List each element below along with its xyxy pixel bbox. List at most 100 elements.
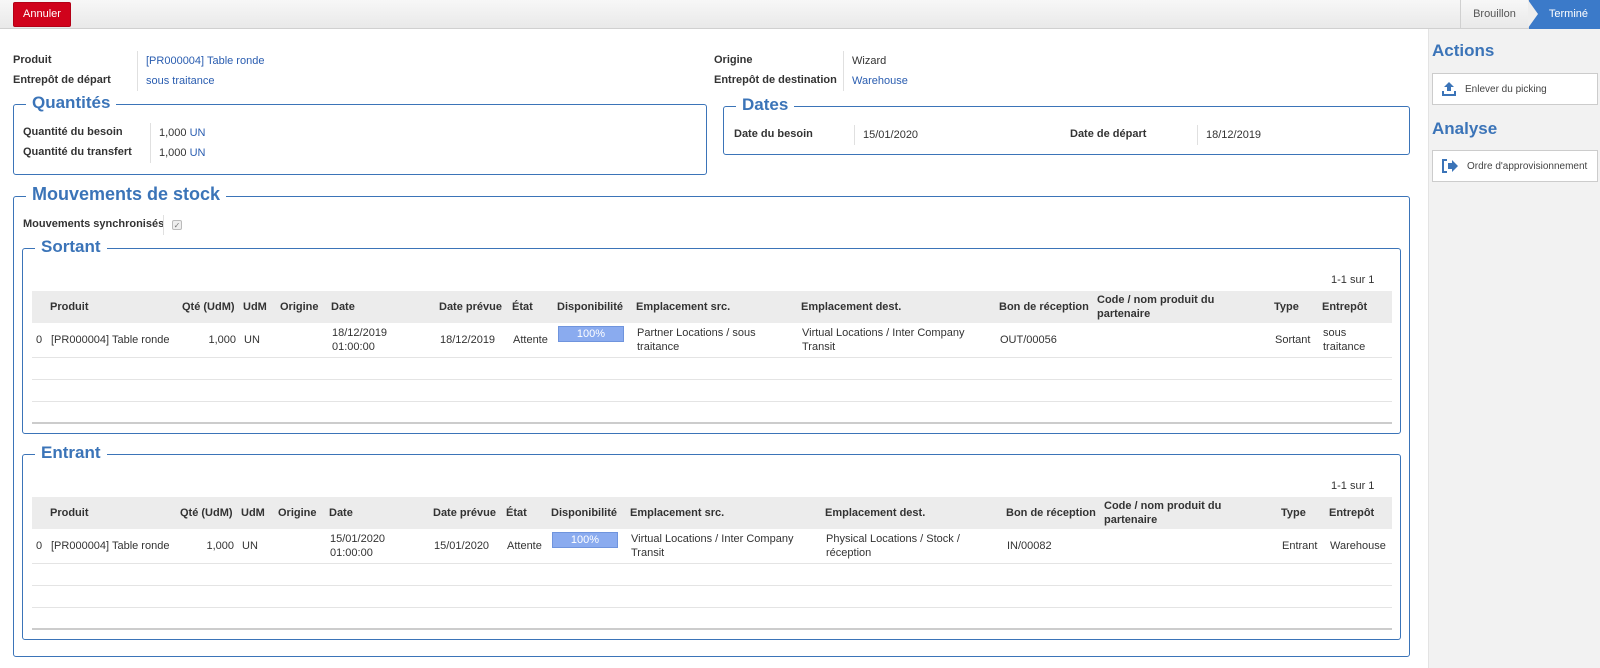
col-partner-code[interactable]: Code / nom produit du partenaire: [1094, 291, 1271, 323]
sync-field: ✓: [163, 215, 182, 235]
cell-type: Entrant: [1278, 529, 1326, 564]
col-src-location[interactable]: Emplacement src.: [627, 497, 822, 529]
cell-product: [PR000004] Table ronde: [47, 323, 179, 358]
cell-dest-location: Virtual Locations / Inter Company Transi…: [798, 323, 996, 358]
col-index: [32, 291, 47, 323]
procurement-order-button[interactable]: Ordre d'approvisionnement: [1432, 150, 1598, 182]
origin-value: Wizard: [843, 51, 886, 71]
cell-state: Attente: [509, 323, 554, 358]
col-src-location[interactable]: Emplacement src.: [633, 291, 798, 323]
start-date-value: 18/12/2019: [1197, 125, 1261, 145]
outgoing-pager[interactable]: 1-1 sur 1: [1331, 274, 1374, 286]
need-qty-uom[interactable]: UN: [190, 127, 206, 139]
col-planned-date[interactable]: Date prévue: [430, 497, 503, 529]
dates-title: Dates: [736, 95, 795, 115]
table-row[interactable]: 0 [PR000004] Table ronde 1,000 UN 18/12/…: [32, 323, 1392, 358]
col-type[interactable]: Type: [1278, 497, 1326, 529]
cell-date: 18/12/2019 01:00:00: [328, 323, 436, 358]
need-qty-value: 1,000 UN: [150, 123, 205, 143]
cell-src-location: Virtual Locations / Inter Company Transi…: [627, 529, 822, 564]
outgoing-title: Sortant: [35, 237, 107, 257]
transfer-qty-label: Quantité du transfert: [23, 146, 132, 158]
stock-moves-title: Mouvements de stock: [26, 184, 227, 204]
incoming-table-header: Produit Qté (UdM) UdM Origine Date Date …: [32, 497, 1392, 529]
col-state[interactable]: État: [503, 497, 548, 529]
product-link[interactable]: [PR000004] Table ronde: [137, 51, 264, 71]
cell-origin: [277, 323, 328, 358]
status-step-done[interactable]: Terminé: [1527, 0, 1600, 29]
col-receipt[interactable]: Bon de réception: [1003, 497, 1101, 529]
cell-uom: UN: [240, 323, 277, 358]
empty-row: [32, 585, 1392, 608]
col-type[interactable]: Type: [1271, 291, 1319, 323]
cell-qty: 1,000: [179, 323, 240, 358]
sidebar-panel: Actions Enlever du picking Analyse Ordre…: [1428, 29, 1600, 668]
control-bar: Annuler Brouillon Terminé: [0, 0, 1600, 29]
product-label: Produit: [13, 54, 52, 66]
quantities-group: Quantités Quantité du besoin 1,000 UN Qu…: [13, 93, 707, 175]
empty-row: [32, 379, 1392, 402]
transfer-qty-uom[interactable]: UN: [190, 147, 206, 159]
col-availability[interactable]: Disponibilité: [548, 497, 627, 529]
incoming-table: Produit Qté (UdM) UdM Origine Date Date …: [32, 497, 1392, 630]
col-state[interactable]: État: [509, 291, 554, 323]
col-origin[interactable]: Origine: [277, 291, 328, 323]
cell-partner-code: [1101, 529, 1278, 564]
origin-label: Origine: [714, 54, 753, 66]
col-product[interactable]: Produit: [47, 291, 179, 323]
dates-group: Dates Date du besoin 15/01/2020 Date de …: [723, 95, 1410, 155]
status-step-draft[interactable]: Brouillon: [1460, 0, 1528, 29]
cell-receipt: IN/00082: [1003, 529, 1101, 564]
table-row[interactable]: 0 [PR000004] Table ronde 1,000 UN 15/01/…: [32, 529, 1392, 564]
col-origin[interactable]: Origine: [275, 497, 326, 529]
col-partner-code[interactable]: Code / nom produit du partenaire: [1101, 497, 1278, 529]
col-warehouse[interactable]: Entrepôt: [1319, 291, 1392, 323]
cell-src-location: Partner Locations / sous traitance: [633, 323, 798, 358]
cell-warehouse: sous traitance: [1319, 323, 1392, 358]
col-dest-location[interactable]: Emplacement dest.: [822, 497, 1003, 529]
incoming-pager[interactable]: 1-1 sur 1: [1331, 480, 1374, 492]
procurement-order-label: Ordre d'approvisionnement: [1467, 160, 1588, 172]
row-index: 0: [32, 323, 47, 358]
remove-from-picking-label: Enlever du picking: [1465, 83, 1547, 95]
outgoing-table-header: Produit Qté (UdM) UdM Origine Date Date …: [32, 291, 1392, 323]
row-index: 0: [32, 529, 47, 564]
col-receipt[interactable]: Bon de réception: [996, 291, 1094, 323]
upload-icon: [1442, 82, 1456, 96]
availability-bar: 100%: [558, 325, 624, 342]
col-qty[interactable]: Qté (UdM): [179, 291, 240, 323]
col-date[interactable]: Date: [328, 291, 436, 323]
col-warehouse[interactable]: Entrepôt: [1326, 497, 1392, 529]
sign-out-icon: [1442, 159, 1458, 173]
cell-qty: 1,000: [177, 529, 238, 564]
col-date[interactable]: Date: [326, 497, 430, 529]
cell-type: Sortant: [1271, 323, 1319, 358]
need-qty-label: Quantité du besoin: [23, 126, 123, 138]
sync-checkbox[interactable]: ✓: [172, 220, 182, 230]
empty-row: [32, 563, 1392, 586]
cell-availability: 100%: [548, 529, 627, 564]
cell-receipt: OUT/00056: [996, 323, 1094, 358]
remove-from-picking-button[interactable]: Enlever du picking: [1432, 73, 1598, 105]
sync-label: Mouvements synchronisés: [23, 218, 165, 230]
start-date-label: Date de départ: [1070, 128, 1147, 140]
col-qty[interactable]: Qté (UdM): [177, 497, 238, 529]
empty-row: [32, 607, 1392, 630]
dest-warehouse-link[interactable]: Warehouse: [843, 71, 908, 91]
incoming-title: Entrant: [35, 443, 107, 463]
col-availability[interactable]: Disponibilité: [554, 291, 633, 323]
col-uom[interactable]: UdM: [238, 497, 275, 529]
cell-state: Attente: [503, 529, 548, 564]
cancel-button[interactable]: Annuler: [13, 2, 71, 27]
col-product[interactable]: Produit: [47, 497, 177, 529]
cell-partner-code: [1094, 323, 1271, 358]
src-warehouse-link[interactable]: sous traitance: [137, 71, 214, 91]
col-planned-date[interactable]: Date prévue: [436, 291, 509, 323]
quantities-title: Quantités: [26, 93, 117, 113]
status-bar: Brouillon Terminé: [1460, 0, 1600, 29]
col-uom[interactable]: UdM: [240, 291, 277, 323]
empty-row: [32, 357, 1392, 380]
col-dest-location[interactable]: Emplacement dest.: [798, 291, 996, 323]
cell-planned-date: 15/01/2020: [430, 529, 503, 564]
transfer-qty-value: 1,000 UN: [150, 143, 205, 163]
